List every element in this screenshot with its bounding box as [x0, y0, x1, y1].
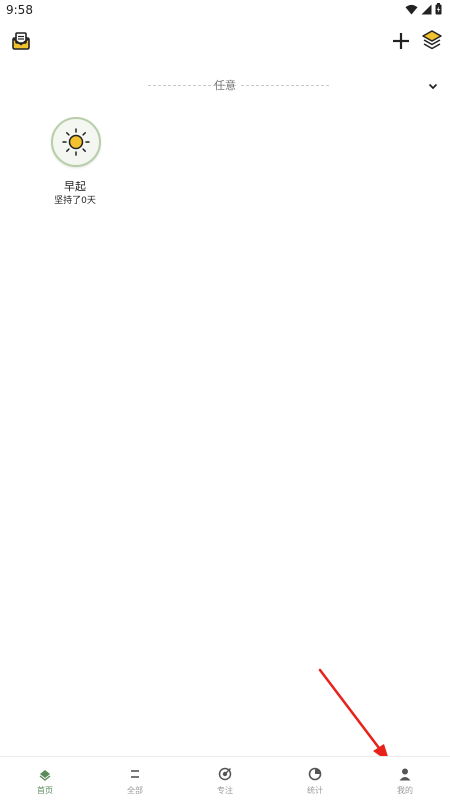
section-header: 任意	[0, 76, 450, 96]
add-habit-button[interactable]	[390, 30, 414, 54]
battery-icon	[435, 3, 442, 15]
layers-button[interactable]	[421, 29, 445, 55]
top-bar	[0, 28, 450, 58]
nav-all[interactable]: 全部	[90, 757, 180, 801]
home-leaf-icon	[39, 770, 51, 781]
habit-icon-circle[interactable]	[51, 117, 101, 167]
target-icon	[218, 767, 232, 781]
pie-chart-icon	[308, 767, 322, 781]
wifi-icon	[405, 4, 418, 14]
nav-focus[interactable]: 专注	[180, 757, 270, 801]
list-icon	[131, 770, 139, 778]
nav-focus-label: 专注	[217, 786, 233, 795]
nav-home-label: 首页	[37, 786, 53, 795]
nav-profile[interactable]: 我的	[360, 757, 450, 801]
nav-stats[interactable]: 统计	[270, 757, 360, 801]
status-icons	[405, 3, 442, 15]
divider-right	[241, 85, 329, 86]
nav-all-label: 全部	[127, 786, 143, 795]
person-icon	[399, 768, 411, 781]
nav-stats-label: 统计	[307, 786, 323, 795]
plus-icon	[393, 33, 409, 49]
nav-home[interactable]: 首页	[0, 757, 90, 801]
habit-streak: 坚持了0天	[54, 196, 96, 206]
sun-icon	[62, 128, 90, 156]
bottom-nav: 首页 全部 专注 统计 我的	[0, 756, 450, 801]
status-time: 9:58	[6, 3, 33, 17]
habit-name: 早起	[64, 180, 86, 193]
mail-icon	[12, 32, 30, 50]
status-bar: 9:58	[0, 0, 450, 22]
layers-icon	[422, 30, 442, 50]
nav-profile-label: 我的	[397, 786, 413, 795]
chevron-down-icon	[428, 83, 438, 90]
mail-button[interactable]	[10, 30, 34, 54]
section-title: 任意	[214, 79, 236, 92]
collapse-button[interactable]	[426, 78, 442, 94]
signal-icon	[421, 4, 432, 14]
